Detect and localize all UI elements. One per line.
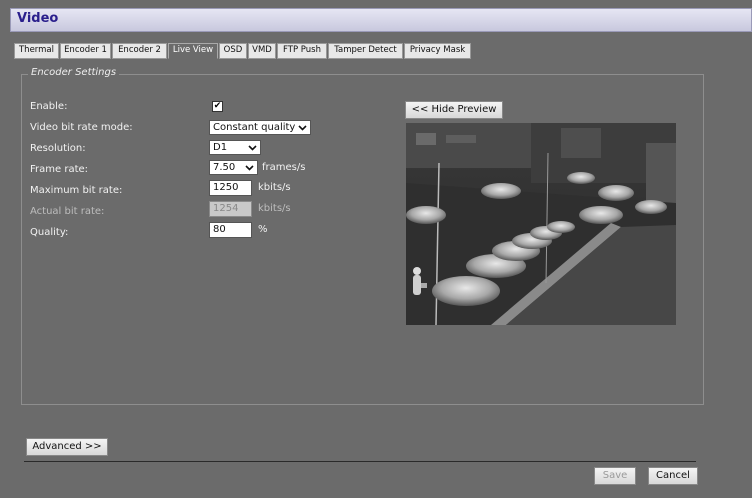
resolution-value: D1: [213, 142, 228, 153]
hide-preview-button[interactable]: << Hide Preview: [405, 101, 503, 119]
max-bit-rate-input[interactable]: 1250: [209, 180, 252, 196]
title-bar: Video: [10, 8, 752, 32]
advanced-button[interactable]: Advanced >>: [26, 438, 108, 456]
chevron-down-icon: [248, 141, 257, 159]
bit-rate-mode-select[interactable]: Constant quality: [209, 120, 311, 135]
max-bit-rate-unit: kbits/s: [258, 182, 291, 193]
thermal-preview-image: [406, 123, 676, 325]
frame-rate-unit: frames/s: [262, 162, 306, 173]
enable-label: Enable:: [30, 101, 68, 112]
tab-osd[interactable]: OSD: [219, 43, 247, 59]
tab-tamper-detect[interactable]: Tamper Detect: [328, 43, 403, 59]
tab-encoder-1[interactable]: Encoder 1: [60, 43, 111, 59]
chevron-down-icon: [298, 121, 307, 139]
footer-divider: [24, 461, 696, 462]
chevron-down-icon: [245, 161, 254, 179]
frame-rate-value: 7.50: [213, 162, 236, 173]
actual-bit-rate-label: Actual bit rate:: [30, 206, 105, 217]
tab-encoder-2[interactable]: Encoder 2: [112, 43, 167, 59]
tab-vmd[interactable]: VMD: [248, 43, 276, 59]
resolution-label: Resolution:: [30, 143, 86, 154]
resolution-select[interactable]: D1: [209, 140, 261, 155]
frame-rate-label: Frame rate:: [30, 164, 89, 175]
tab-privacy-mask[interactable]: Privacy Mask: [404, 43, 471, 59]
frame-rate-select[interactable]: 7.50: [209, 160, 258, 175]
enable-checkbox[interactable]: ✔: [212, 101, 223, 112]
tab-ftp-push[interactable]: FTP Push: [277, 43, 327, 59]
tab-thermal[interactable]: Thermal: [14, 43, 59, 59]
quality-input[interactable]: 80: [209, 222, 252, 238]
encoder-settings-legend: Encoder Settings: [28, 67, 120, 78]
quality-unit: %: [258, 224, 268, 235]
actual-bit-rate-unit: kbits/s: [258, 203, 291, 214]
bit-rate-mode-value: Constant quality: [213, 122, 296, 133]
save-button[interactable]: Save: [594, 467, 636, 485]
cancel-button[interactable]: Cancel: [648, 467, 698, 485]
window-title: Video: [17, 11, 59, 26]
bit-rate-mode-label: Video bit rate mode:: [30, 122, 133, 133]
tab-live-view[interactable]: Live View: [168, 43, 218, 59]
quality-label: Quality:: [30, 227, 69, 238]
actual-bit-rate-input: 1254: [209, 201, 252, 217]
max-bit-rate-label: Maximum bit rate:: [30, 185, 123, 196]
